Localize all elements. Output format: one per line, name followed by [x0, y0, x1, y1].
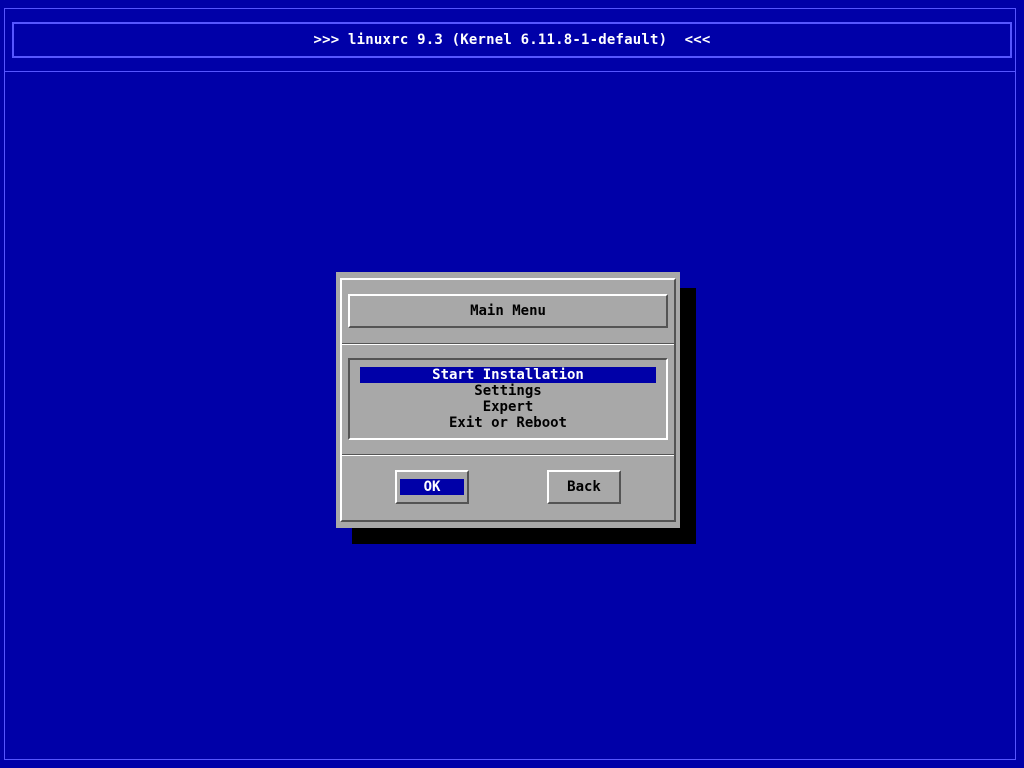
dialog-title: Main Menu — [348, 294, 668, 328]
ok-button[interactable]: OK — [395, 470, 469, 504]
menu-list: Start Installation Settings Expert Exit … — [348, 358, 668, 440]
menu-item-exit-or-reboot[interactable]: Exit or Reboot — [360, 415, 656, 431]
menu-item-expert[interactable]: Expert — [360, 399, 656, 415]
menu-item-settings[interactable]: Settings — [360, 383, 656, 399]
divider — [342, 454, 674, 456]
back-button-label: Back — [567, 479, 601, 495]
app-title: >>> linuxrc 9.3 (Kernel 6.11.8-1-default… — [313, 32, 711, 48]
title-bar: >>> linuxrc 9.3 (Kernel 6.11.8-1-default… — [12, 22, 1012, 58]
divider — [342, 343, 674, 345]
screen-background: >>> linuxrc 9.3 (Kernel 6.11.8-1-default… — [0, 0, 1024, 768]
main-menu-dialog: Main Menu Start Installation Settings Ex… — [336, 272, 680, 528]
back-button[interactable]: Back — [547, 470, 621, 504]
ok-button-label: OK — [400, 479, 464, 495]
menu-item-start-installation[interactable]: Start Installation — [360, 367, 656, 383]
